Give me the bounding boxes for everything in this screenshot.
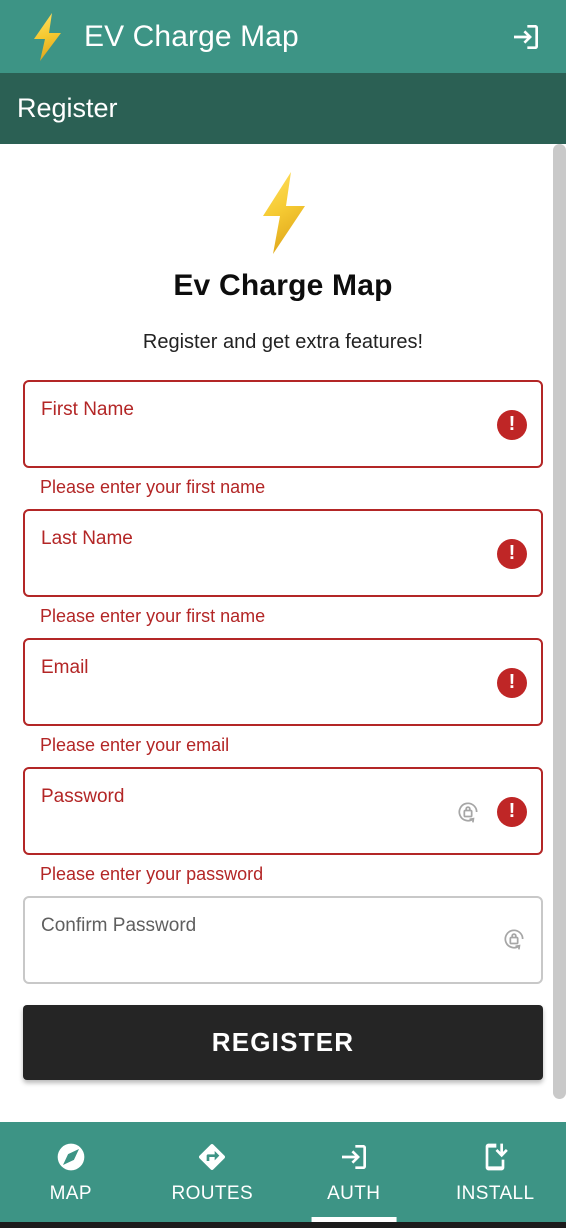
page-subheader: Register [0, 73, 566, 144]
brand-block: Ev Charge Map Register and get extra fea… [0, 144, 566, 354]
login-icon[interactable] [508, 19, 544, 55]
field-group-confirm-password: Confirm Password [0, 896, 566, 984]
scroll-content: Ev Charge Map Register and get extra fea… [0, 144, 566, 1122]
error-icon: ! [497, 797, 527, 827]
brand-subtitle: Register and get extra features! [142, 331, 424, 353]
vertical-scrollbar[interactable] [551, 144, 566, 1122]
app-title: EV Charge Map [84, 19, 299, 53]
password-label: Password [41, 786, 125, 807]
system-navigation-strip [0, 1222, 566, 1228]
page-title: Register [17, 93, 118, 123]
register-button[interactable]: REGISTER [23, 1005, 543, 1080]
scrollbar-thumb[interactable] [553, 144, 566, 1099]
nav-item-install[interactable]: INSTALL [425, 1122, 566, 1222]
explore-compass-icon [55, 1140, 87, 1174]
nav-item-routes[interactable]: ROUTES [142, 1122, 284, 1222]
first-name-input[interactable]: First Name ! [23, 380, 543, 468]
directions-icon [196, 1140, 228, 1174]
nav-label-install: INSTALL [456, 1183, 535, 1204]
nav-item-map[interactable]: MAP [0, 1122, 142, 1222]
email-input[interactable]: Email ! [23, 638, 543, 726]
login-icon [338, 1140, 370, 1174]
register-form: First Name ! Please enter your first nam… [0, 380, 566, 1080]
password-input[interactable]: Password ! [23, 767, 543, 855]
last-name-error-message: Please enter your first name [40, 606, 266, 626]
email-icons: ! [497, 668, 527, 698]
field-group-first-name: First Name ! Please enter your first nam… [0, 380, 566, 498]
last-name-input[interactable]: Last Name ! [23, 509, 543, 597]
nav-item-auth[interactable]: AUTH [283, 1122, 425, 1222]
first-name-label: First Name [41, 399, 134, 420]
nav-label-auth: AUTH [327, 1183, 381, 1204]
error-icon: ! [497, 539, 527, 569]
password-error-message: Please enter your password [40, 864, 264, 884]
error-icon: ! [497, 668, 527, 698]
first-name-icons: ! [497, 410, 527, 440]
field-group-password: Password ! Please enter your password [0, 767, 566, 885]
email-error-message: Please enter your email [40, 735, 230, 755]
last-name-label: Last Name [41, 528, 133, 549]
password-manager-icon[interactable] [455, 799, 481, 825]
field-group-last-name: Last Name ! Please enter your first name [0, 509, 566, 627]
lightning-bolt-icon [252, 171, 314, 255]
register-screen: EV Charge Map Register Ev Charge Map Reg… [0, 0, 566, 1228]
field-group-email: Email ! Please enter your email [0, 638, 566, 756]
confirm-password-icons [501, 926, 527, 952]
confirm-password-label: Confirm Password [41, 915, 197, 936]
last-name-icons: ! [497, 539, 527, 569]
error-icon: ! [497, 410, 527, 440]
email-label: Email [41, 657, 89, 678]
app-bar: EV Charge Map [0, 0, 566, 73]
first-name-error-message: Please enter your first name [40, 477, 266, 497]
confirm-password-input[interactable]: Confirm Password [23, 896, 543, 984]
nav-label-routes: ROUTES [171, 1183, 254, 1204]
nav-label-map: MAP [49, 1183, 92, 1204]
password-manager-icon[interactable] [501, 926, 527, 952]
phone-download-icon [479, 1140, 511, 1174]
brand-title: Ev Charge Map [173, 269, 393, 302]
bottom-navigation: MAP ROUTES AUTH INSTALL [0, 1122, 566, 1222]
password-icons: ! [455, 797, 527, 827]
lightning-bolt-icon [24, 11, 70, 63]
register-button-wrap: REGISTER [0, 984, 566, 1080]
